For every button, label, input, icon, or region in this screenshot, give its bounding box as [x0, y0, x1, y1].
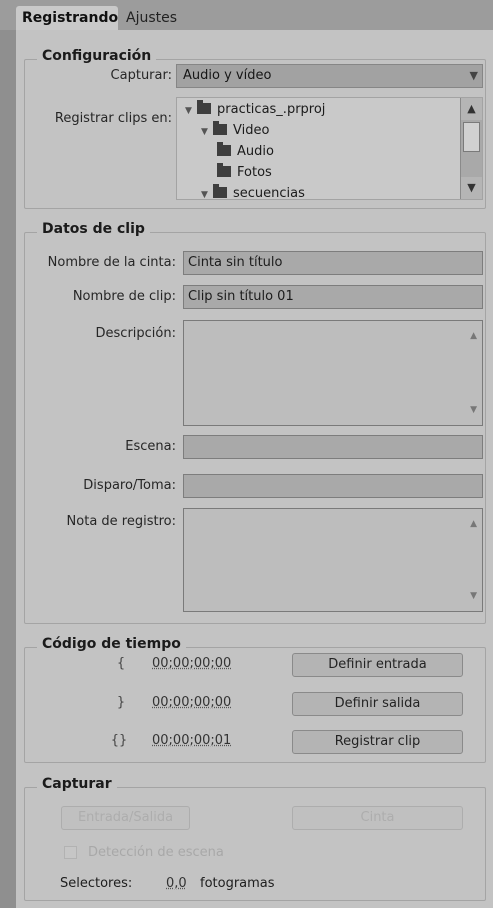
set-out-button[interactable]: Definir salida: [292, 692, 463, 716]
capture-select[interactable]: Audio y vídeo ▼: [176, 64, 483, 88]
tab-ajustes[interactable]: Ajustes: [120, 6, 186, 30]
description-field[interactable]: ▲ ▼: [183, 320, 483, 426]
shot-take-field[interactable]: [183, 474, 483, 498]
description-label: Descripción:: [95, 326, 176, 341]
tape-name-label: Nombre de la cinta:: [47, 255, 176, 270]
config-title: Configuración: [37, 47, 157, 65]
folder-icon: [213, 184, 227, 198]
scene-field[interactable]: [183, 435, 483, 459]
handles-value[interactable]: 0,0: [166, 875, 187, 893]
tree-item-secuencias[interactable]: ▼ secuencias: [201, 183, 305, 199]
scroll-down-icon[interactable]: ▼: [470, 591, 477, 601]
expand-icon[interactable]: ▼: [201, 185, 213, 199]
clip-name-field[interactable]: Clip sin título 01: [183, 285, 483, 309]
log-note-label: Nota de registro:: [66, 514, 176, 529]
tape-name-field[interactable]: Cinta sin título: [183, 251, 483, 275]
in-out-button[interactable]: Entrada/Salida: [61, 806, 190, 830]
duration-icon: {}: [110, 733, 128, 748]
mark-in-icon: {: [116, 656, 126, 671]
tab-registrando[interactable]: Registrando: [16, 6, 118, 30]
tree-item-fotos[interactable]: Fotos: [217, 162, 272, 183]
log-clip-button[interactable]: Registrar clip: [292, 730, 463, 754]
scroll-up-icon[interactable]: ▲: [461, 98, 482, 120]
scene-detect-label: Detección de escena: [88, 845, 224, 860]
capture-label: Capturar:: [110, 68, 172, 83]
scroll-up-icon[interactable]: ▲: [470, 331, 477, 341]
capture-title: Capturar: [37, 775, 117, 793]
scroll-down-icon[interactable]: ▼: [470, 405, 477, 415]
timecode-title: Código de tiempo: [37, 635, 186, 653]
folder-icon: [217, 142, 231, 156]
scroll-thumb[interactable]: [463, 122, 480, 152]
in-timecode[interactable]: 00;00;00;00: [152, 656, 231, 671]
capture-select-value: Audio y vídeo: [183, 68, 272, 83]
out-timecode[interactable]: 00;00;00;00: [152, 695, 231, 710]
tree-item-audio[interactable]: Audio: [217, 141, 274, 162]
tape-button[interactable]: Cinta: [292, 806, 463, 830]
tree-item-video[interactable]: ▼ Video: [201, 120, 269, 141]
bin-tree[interactable]: ▼ practicas_.prproj ▼ Video Audio Fotos ▼ s…: [176, 97, 483, 200]
scene-label: Escena:: [125, 439, 176, 454]
folder-icon: [197, 100, 211, 114]
set-in-button[interactable]: Definir entrada: [292, 653, 463, 677]
scroll-up-icon[interactable]: ▲: [470, 519, 477, 529]
folder-icon: [217, 163, 231, 177]
duration-timecode[interactable]: 00;00;00;01: [152, 733, 231, 748]
clip-data-title: Datos de clip: [37, 220, 150, 238]
mark-out-icon: }: [116, 695, 126, 710]
chevron-down-icon[interactable]: ▼: [470, 65, 478, 87]
tree-item-project[interactable]: ▼ practicas_.prproj: [185, 99, 325, 120]
scroll-down-icon[interactable]: ▼: [461, 177, 482, 199]
clip-name-label: Nombre de clip:: [72, 289, 176, 304]
log-note-field[interactable]: ▲ ▼: [183, 508, 483, 612]
expand-icon[interactable]: ▼: [185, 101, 197, 122]
handles-unit: fotogramas: [200, 876, 275, 891]
scene-detect-checkbox[interactable]: [64, 846, 77, 859]
folder-icon: [213, 121, 227, 135]
expand-icon[interactable]: ▼: [201, 122, 213, 143]
tree-scrollbar[interactable]: ▲ ▼: [460, 98, 482, 199]
shot-take-label: Disparo/Toma:: [83, 478, 176, 493]
handles-label: Selectores:: [60, 876, 133, 891]
register-clips-label: Registrar clips en:: [54, 111, 172, 126]
